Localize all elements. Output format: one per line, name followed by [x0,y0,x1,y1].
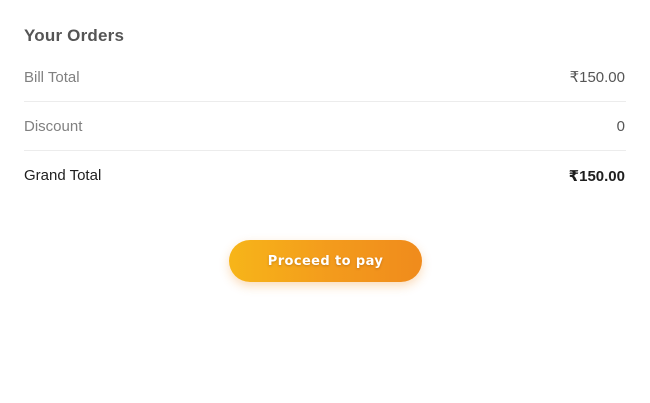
grand-total-label: Grand Total [24,167,102,184]
discount-value: 0 [616,117,625,135]
grand-total-value: ₹150.00 [568,167,625,185]
summary-row-discount: Discount 0 [24,102,626,151]
bill-total-value: ₹150.00 [569,69,625,86]
summary-row-bill-total: Bill Total ₹150.00 [24,53,626,102]
page-title: Your Orders [24,26,125,45]
discount-label: Discount [24,117,83,135]
summary-row-grand-total: Grand Total ₹150.00 [24,151,626,200]
order-summary: Bill Total ₹150.00 Discount 0 Grand Tota… [24,53,626,200]
proceed-to-pay-button[interactable]: Proceed to pay [229,240,422,282]
bill-total-label: Bill Total [24,68,80,86]
